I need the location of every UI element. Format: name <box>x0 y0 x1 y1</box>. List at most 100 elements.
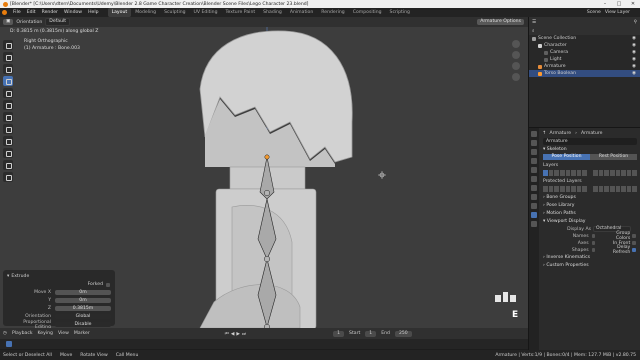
timeline-keying-menu[interactable]: Keying <box>38 331 53 336</box>
outliner-search[interactable]: ⌕ <box>529 27 640 35</box>
timeline-view-menu[interactable]: View <box>58 331 69 336</box>
armature-options-button[interactable]: Armature Options <box>477 19 524 25</box>
view-layer-tab-icon[interactable] <box>531 158 537 164</box>
move-z-field[interactable]: 0.3815m <box>55 306 111 311</box>
outliner-row[interactable]: Torso Boolean ◉ <box>529 70 640 77</box>
minimize-icon[interactable]: – <box>598 0 612 8</box>
close-icon[interactable]: ✕ <box>626 0 640 8</box>
view-layer-selector[interactable]: View Layer <box>605 10 630 15</box>
orientation-select[interactable]: Global <box>55 314 111 319</box>
scene-selector[interactable]: Scene <box>587 10 601 15</box>
tab-shading[interactable]: Shading <box>259 8 286 17</box>
visibility-eye-icon[interactable]: ◉ <box>632 50 636 55</box>
visibility-eye-icon[interactable]: ◉ <box>632 43 636 48</box>
playback-controls[interactable]: ⏮◀▶⏭ <box>225 331 248 337</box>
bone-envelope-tool-icon[interactable] <box>3 148 13 158</box>
protected-layer-buttons[interactable] <box>543 186 637 192</box>
maximize-icon[interactable]: □ <box>612 0 626 8</box>
outliner-row[interactable]: Armature ◉ <box>529 63 640 70</box>
bone-tab-icon[interactable] <box>531 221 537 227</box>
timeline-marker-menu[interactable]: Marker <box>74 331 90 336</box>
visibility-eye-icon[interactable]: ◉ <box>632 57 636 62</box>
outliner-row[interactable]: Camera ◉ <box>529 49 640 56</box>
timeline-playback-menu[interactable]: Playback <box>12 331 33 336</box>
option-right-checkbox[interactable] <box>632 241 636 245</box>
tab-scripting[interactable]: Scripting <box>386 8 414 17</box>
roll-tool-icon[interactable] <box>3 160 13 170</box>
outliner-row[interactable]: Scene Collection ◉ <box>529 35 640 42</box>
outliner-editor-icon[interactable]: ☰ <box>532 20 536 25</box>
menu-help[interactable]: Help <box>88 10 98 15</box>
option-checkbox[interactable] <box>591 248 596 252</box>
start-frame-field[interactable]: 1 <box>365 330 377 337</box>
tab-layout[interactable]: Layout <box>107 8 132 17</box>
extrude-panel-header[interactable]: ▾ Extrude <box>7 273 111 280</box>
filter-icon[interactable]: ⚲ <box>634 20 637 25</box>
current-frame-field[interactable]: 1 <box>333 330 345 337</box>
camera-view-icon[interactable] <box>512 62 520 70</box>
move-tool-icon[interactable] <box>3 64 13 74</box>
tab-compositing[interactable]: Compositing <box>349 8 386 17</box>
timeline-frames[interactable] <box>0 339 528 349</box>
skeleton-heading[interactable]: Skeleton <box>547 147 567 152</box>
visibility-eye-icon[interactable]: ◉ <box>632 36 636 41</box>
annotate-tool-icon[interactable] <box>3 112 13 122</box>
visibility-eye-icon[interactable]: ◉ <box>632 71 636 76</box>
zoom-icon[interactable] <box>512 40 520 48</box>
measure-tool-icon[interactable] <box>3 124 13 134</box>
outliner-row[interactable]: Character ◉ <box>529 42 640 49</box>
custom-properties-panel[interactable]: Custom Properties <box>546 263 588 268</box>
extrude-tool-icon[interactable] <box>3 172 13 182</box>
bone-size-tool-icon[interactable] <box>3 136 13 146</box>
inverse-kinematics-panel[interactable]: Inverse Kinematics <box>546 255 590 260</box>
select-box-tool-icon[interactable] <box>3 40 13 50</box>
tool-tab-icon[interactable] <box>531 131 537 137</box>
tab-modeling[interactable]: Modeling <box>131 8 160 17</box>
blender-menu-icon[interactable] <box>2 10 7 15</box>
proportional-editing-select[interactable]: Disable <box>55 322 111 327</box>
menu-file[interactable]: File <box>13 10 21 15</box>
menu-render[interactable]: Render <box>42 10 58 15</box>
perspective-toggle-icon[interactable] <box>512 73 520 81</box>
pose-library-panel[interactable]: Pose Library <box>546 203 574 208</box>
option-checkbox[interactable] <box>591 234 596 238</box>
playhead[interactable] <box>6 341 12 347</box>
tab-animation[interactable]: Animation <box>286 8 317 17</box>
world-tab-icon[interactable] <box>531 176 537 182</box>
scene-tab-icon[interactable] <box>531 167 537 173</box>
move-x-field[interactable]: 0m <box>55 290 111 295</box>
tab-uv-editing[interactable]: UV Editing <box>190 8 222 17</box>
output-tab-icon[interactable] <box>531 149 537 155</box>
bone-groups-panel[interactable]: Bone Groups <box>546 195 576 200</box>
editor-type-button[interactable]: ▣ <box>3 19 14 25</box>
datablock-name-field[interactable]: Armature <box>546 139 568 144</box>
tab-texture-paint[interactable]: Texture Paint <box>222 8 260 17</box>
timeline-editor-icon[interactable]: ◷ <box>3 331 7 336</box>
layer-buttons[interactable] <box>543 170 637 176</box>
visibility-eye-icon[interactable]: ◉ <box>632 64 636 69</box>
move-y-field[interactable]: 0m <box>55 298 111 303</box>
transform-tool-icon[interactable] <box>3 100 13 110</box>
rotate-tool-icon[interactable] <box>3 76 13 86</box>
option-right-checkbox[interactable] <box>632 234 636 238</box>
pan-icon[interactable] <box>512 51 520 59</box>
render-tab-icon[interactable] <box>531 140 537 146</box>
armature-data-tab-icon[interactable] <box>531 212 537 218</box>
outliner-row[interactable]: Light ◉ <box>529 56 640 63</box>
constraint-tab-icon[interactable] <box>531 203 537 209</box>
viewport-display-panel[interactable]: Viewport Display <box>547 219 586 224</box>
cursor-tool-icon[interactable] <box>3 52 13 62</box>
option-right-checkbox[interactable] <box>632 248 636 252</box>
forked-checkbox[interactable] <box>106 282 110 287</box>
menu-edit[interactable]: Edit <box>27 10 36 15</box>
rest-position-button[interactable]: Rest Position <box>590 154 637 160</box>
object-tab-icon[interactable] <box>531 185 537 191</box>
modifier-tab-icon[interactable] <box>531 194 537 200</box>
pose-position-button[interactable]: Pose Position <box>543 154 590 160</box>
orientation-dropdown[interactable]: Default <box>45 18 71 26</box>
tab-sculpting[interactable]: Sculpting <box>160 8 189 17</box>
menu-window[interactable]: Window <box>64 10 82 15</box>
motion-paths-panel[interactable]: Motion Paths <box>546 211 576 216</box>
end-frame-field[interactable]: 250 <box>394 330 412 337</box>
option-checkbox[interactable] <box>591 241 596 245</box>
